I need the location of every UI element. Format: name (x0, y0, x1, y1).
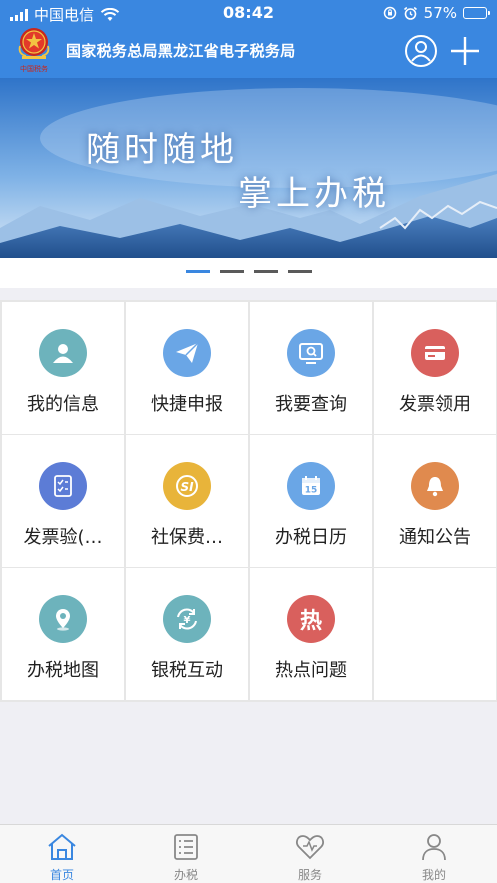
pager-dot[interactable] (220, 270, 244, 273)
menu-social-security[interactable]: SI 社保费… (126, 435, 248, 567)
banner-pager (0, 258, 497, 288)
menu-label: 发票领用 (399, 394, 471, 415)
menu-invoice-verify[interactable]: 发票验(… (2, 435, 124, 567)
invoice-card-icon (411, 329, 459, 377)
menu-label: 办税地图 (27, 660, 99, 681)
service-grid: 我的信息 快捷申报 我要查询 发票领用 发票验(… SI 社保费… 15 办税日… (0, 300, 497, 702)
tab-tax[interactable]: 办税 (124, 825, 248, 883)
tab-label: 首页 (49, 868, 74, 882)
tab-label: 我的 (421, 868, 446, 882)
tab-label: 办税 (173, 868, 198, 882)
home-icon (48, 833, 76, 860)
logo-text: 中国税务 (20, 64, 48, 73)
app-header: 中国税务 国家税务总局黑龙江省电子税务局 (0, 26, 497, 78)
social-security-icon: SI (163, 462, 211, 510)
menu-notices[interactable]: 通知公告 (374, 435, 496, 567)
yen-symbol: ¥ (184, 615, 191, 626)
user-icon (422, 834, 446, 861)
tab-mine[interactable]: 我的 (372, 825, 496, 883)
menu-tax-map[interactable]: 办税地图 (2, 568, 124, 700)
tab-service[interactable]: 服务 (248, 825, 372, 883)
banner-slogan-1: 随时随地 (86, 130, 238, 170)
yen-exchange-icon: ¥ (163, 595, 211, 643)
menu-my-info[interactable]: 我的信息 (2, 302, 124, 434)
menu-tax-calendar[interactable]: 15 办税日历 (250, 435, 372, 567)
calendar-day: 15 (305, 486, 318, 496)
search-screen-icon (287, 329, 335, 377)
tab-home[interactable]: 首页 (0, 825, 124, 883)
pager-dot[interactable] (254, 270, 278, 273)
menu-query[interactable]: 我要查询 (250, 302, 372, 434)
menu-label: 快捷申报 (151, 394, 223, 415)
svg-text:SI: SI (180, 480, 194, 494)
hot-topic-icon: 热 (287, 595, 335, 643)
status-bar: 中国电信 08:42 57% (0, 0, 497, 26)
menu-label: 热点问题 (275, 660, 347, 681)
tab-label: 服务 (297, 868, 322, 882)
alarm-icon (403, 6, 417, 20)
menu-hot-topics[interactable]: 热 热点问题 (250, 568, 372, 700)
menu-invoice-collect[interactable]: 发票领用 (374, 302, 496, 434)
add-plus-icon[interactable] (448, 34, 482, 68)
person-icon (39, 329, 87, 377)
bell-icon (411, 462, 459, 510)
paper-plane-icon (163, 329, 211, 377)
menu-bank-tax[interactable]: ¥ 银税互动 (126, 568, 248, 700)
banner-slogan-2: 掌上办税 (238, 174, 390, 214)
user-account-icon[interactable] (404, 34, 438, 68)
heart-icon (296, 835, 324, 860)
menu-label: 社保费… (151, 527, 223, 548)
menu-quick-declare[interactable]: 快捷申报 (126, 302, 248, 434)
map-pin-icon (39, 595, 87, 643)
battery-percent: 57% (423, 4, 457, 22)
menu-label: 通知公告 (399, 527, 471, 548)
status-right: 57% (383, 4, 490, 22)
menu-label: 办税日历 (275, 527, 347, 548)
header-title: 国家税务总局黑龙江省电子税务局 (66, 42, 296, 60)
bottom-tab-bar: 首页 办税 服务 我的 (0, 824, 497, 883)
rotation-lock-icon (383, 6, 396, 20)
pager-dot[interactable] (288, 270, 312, 273)
menu-label: 我的信息 (27, 394, 99, 415)
empty-cell (374, 568, 496, 700)
menu-label: 发票验(… (23, 527, 103, 548)
promo-banner[interactable]: 随时随地 掌上办税 (0, 78, 497, 258)
calendar-icon: 15 (287, 462, 335, 510)
menu-label: 我要查询 (275, 394, 347, 415)
tax-emblem-logo: 中国税务 (18, 28, 50, 73)
list-icon (174, 834, 198, 860)
pager-dot[interactable] (186, 270, 210, 273)
hot-symbol: 热 (299, 609, 322, 634)
checklist-icon (39, 462, 87, 510)
battery-icon (463, 7, 490, 19)
menu-label: 银税互动 (151, 660, 223, 681)
